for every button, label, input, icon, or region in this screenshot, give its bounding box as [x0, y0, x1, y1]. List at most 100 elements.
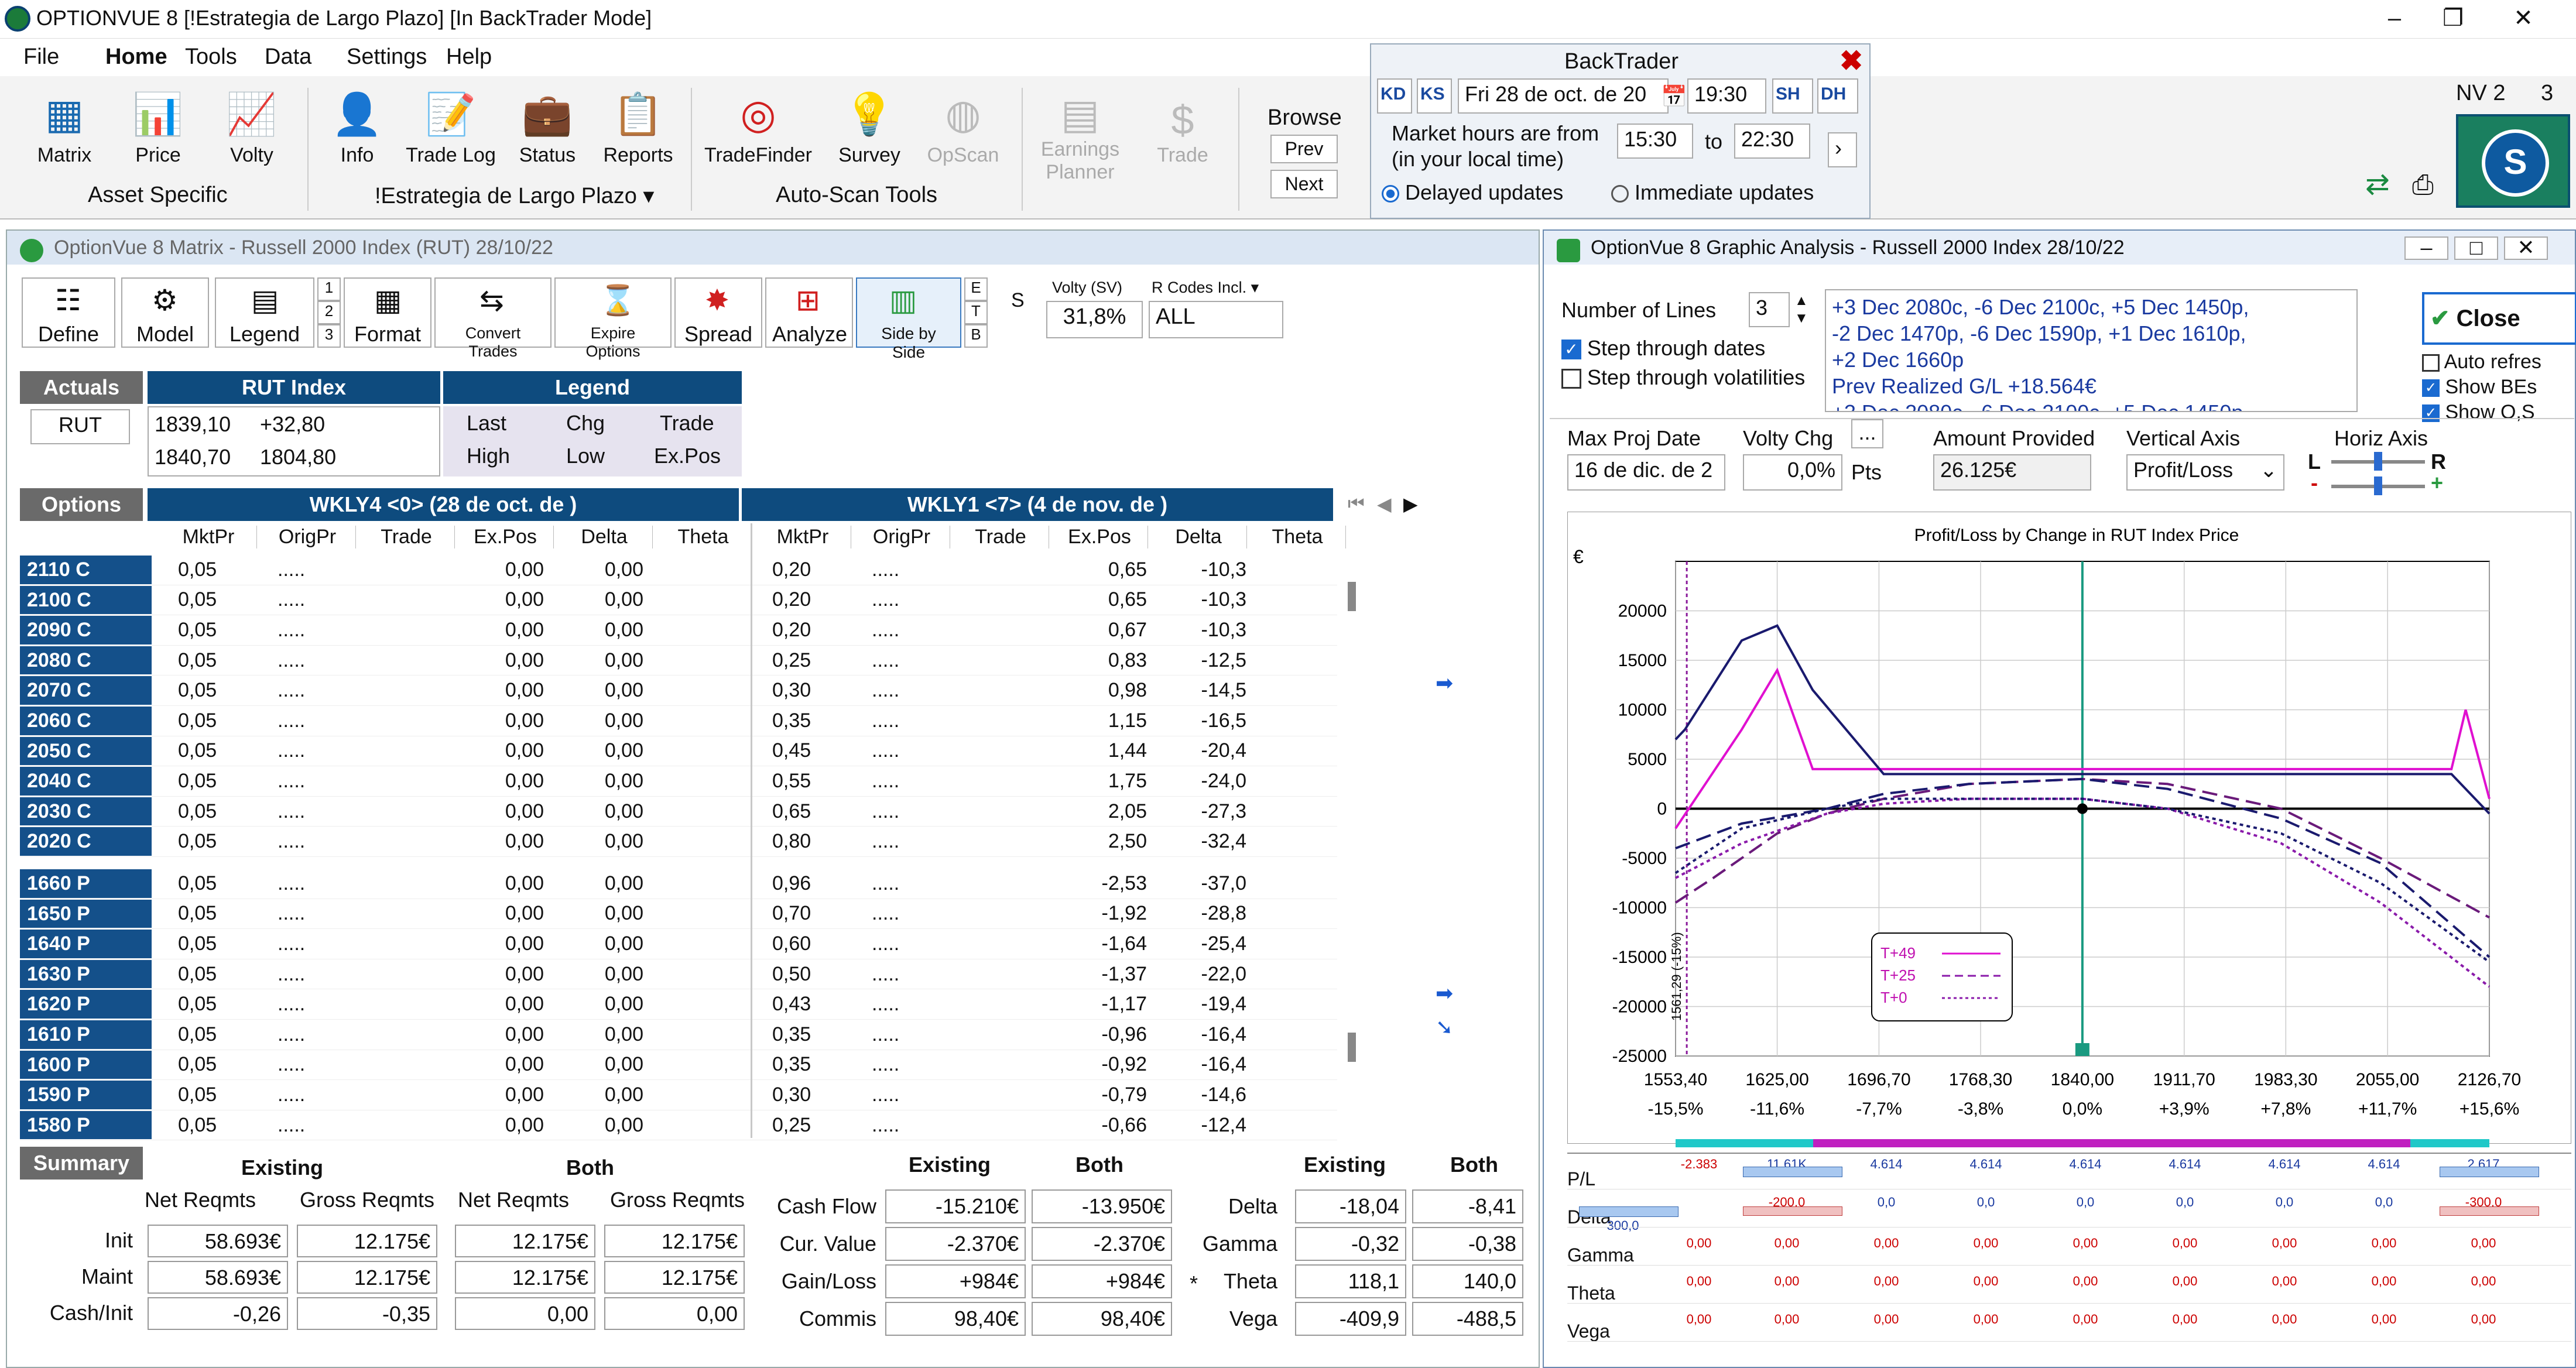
haxis-minus[interactable]: - — [2311, 471, 2318, 495]
minimize-button[interactable]: – — [2371, 4, 2418, 33]
table-row[interactable]: 1610 P 0,05..... 0,00 0,00 0,35..... -0,96 -16… — [20, 1020, 1337, 1050]
market-to-field[interactable]: 22:30 — [1734, 124, 1810, 159]
put-strike-label[interactable]: 1660 P — [20, 869, 152, 898]
scrollbar-thumb-puts[interactable] — [1348, 1033, 1356, 1062]
chevron-right-icon[interactable]: › — [1828, 132, 1857, 167]
table-row[interactable]: 1630 P 0,05..... 0,00 0,00 0,50..... -1,37 -22… — [20, 959, 1337, 990]
spread-button[interactable]: ✸ Spread — [674, 277, 762, 348]
back-step-button[interactable]: KS — [1417, 78, 1452, 114]
b-button[interactable]: B — [964, 324, 988, 348]
table-row[interactable]: 1640 P 0,05..... 0,00 0,00 0,60..... -1,64 -25… — [20, 929, 1337, 959]
put-strike-label[interactable]: 1600 P — [20, 1050, 152, 1079]
trade-button[interactable]: $ Trade — [1147, 100, 1218, 167]
first-page-icon[interactable]: ⏮ — [1348, 493, 1365, 515]
vaxis-select[interactable]: Profit/Loss ⌄ — [2126, 454, 2284, 491]
call-strike-label[interactable]: 2030 C — [20, 797, 152, 826]
column-header[interactable]: Ex.Pos — [457, 526, 554, 548]
arrow-down-right-icon[interactable]: ➘ — [1436, 1015, 1453, 1040]
table-row[interactable]: 2040 C 0,05..... 0,00 0,00 0,55..... 1,75 -24,… — [20, 766, 1337, 797]
prev-button[interactable]: Prev — [1270, 135, 1338, 163]
convert-trades-button[interactable]: ⇆ Convert Trades — [434, 277, 551, 360]
haxis-plus[interactable]: + — [2431, 471, 2443, 495]
column-header[interactable]: Delta — [556, 526, 653, 548]
column-header[interactable]: Theta — [655, 526, 752, 548]
column-header[interactable]: Ex.Pos — [1051, 526, 1148, 548]
table-row[interactable]: 2090 C 0,05..... 0,00 0,00 0,20..... 0,67 -10,… — [20, 615, 1337, 646]
column-header[interactable]: Delta — [1150, 526, 1247, 548]
side-by-side-button[interactable]: ▥ Side by Side — [856, 277, 961, 361]
column-header[interactable]: Theta — [1249, 526, 1346, 548]
volty-button[interactable]: 📈 Volty — [217, 88, 287, 167]
back-day-button[interactable]: KD — [1377, 78, 1412, 114]
analyze-button[interactable]: ⊞ Analyze — [765, 277, 853, 348]
prev-page-icon[interactable]: ◀ — [1377, 493, 1392, 515]
calendar-picker-icon[interactable]: 📅 — [1661, 84, 1687, 109]
next-button[interactable]: Next — [1270, 170, 1338, 198]
table-row[interactable]: 2100 C 0,05..... 0,00 0,00 0,20..... 0,65 -10,… — [20, 585, 1337, 616]
max-proj-field[interactable]: 16 de dic. de 2 — [1567, 454, 1725, 491]
call-strike-label[interactable]: 2040 C — [20, 767, 152, 796]
volty-more-button[interactable]: ... — [1851, 419, 1883, 448]
auto-refresh-checkbox[interactable]: Auto refres — [2422, 351, 2541, 373]
table-row[interactable]: 2030 C 0,05..... 0,00 0,00 0,65..... 2,05 -27,… — [20, 797, 1337, 827]
put-strike-label[interactable]: 1620 P — [20, 990, 152, 1019]
table-row[interactable]: 2050 C 0,05..... 0,00 0,00 0,45..... 1,44 -20,… — [20, 736, 1337, 767]
table-row[interactable]: 2070 C 0,05..... 0,00 0,00 0,30..... 0,98 -14,… — [20, 676, 1337, 706]
t-button[interactable]: T — [964, 301, 988, 324]
close-icon[interactable]: ✖ — [1839, 44, 1863, 77]
graphic-minimize-button[interactable]: – — [2404, 236, 2448, 260]
volty-field[interactable]: 31,8% — [1046, 301, 1143, 338]
put-strike-label[interactable]: 1630 P — [20, 959, 152, 989]
haxis-slider-thumb[interactable] — [2374, 452, 2382, 471]
strategy-group-label[interactable]: !Estrategia de Largo Plazo ▾ — [375, 183, 654, 209]
num-lines-field[interactable]: 3 — [1749, 292, 1790, 327]
tradefinder-button[interactable]: ◎ TradeFinder — [703, 88, 814, 167]
call-strike-label[interactable]: 2050 C — [20, 736, 152, 766]
status-button[interactable]: 💼 Status — [515, 88, 580, 167]
call-strike-label[interactable]: 2090 C — [20, 616, 152, 644]
print-icon[interactable]: ⎙ — [2412, 169, 2434, 201]
expire-options-button[interactable]: ⌛ Expire Options — [554, 277, 672, 360]
table-row[interactable]: 2110 C 0,05..... 0,00 0,00 0,20..... 0,65 -10,… — [20, 555, 1337, 585]
call-strike-label[interactable]: 2080 C — [20, 646, 152, 675]
page-1-button[interactable]: 1 — [317, 277, 341, 301]
rcodes-field[interactable]: ALL — [1149, 301, 1283, 338]
table-row[interactable]: 1600 P 0,05..... 0,00 0,00 0,35..... -0,92 -16… — [20, 1050, 1337, 1081]
arrow-right-icon-2[interactable]: ➡ — [1436, 981, 1453, 1006]
call-strike-label[interactable]: 2110 C — [20, 556, 152, 584]
s-button[interactable]: S — [1011, 289, 1025, 312]
reports-button[interactable]: 📋 Reports — [597, 88, 679, 167]
rcodes-label[interactable]: R Codes Incl. ▾ — [1152, 279, 1259, 297]
call-strike-label[interactable]: 2020 C — [20, 827, 152, 856]
rut-symbol-field[interactable]: RUT — [30, 409, 130, 444]
show-bes-checkbox[interactable]: ✓ Show BEs — [2422, 376, 2537, 399]
legend-button[interactable]: ▤ Legend — [215, 277, 314, 348]
table-row[interactable]: 1650 P 0,05..... 0,00 0,00 0,70..... -1,92 -28… — [20, 899, 1337, 930]
table-row[interactable]: 1580 P 0,05..... 0,00 0,00 0,25..... -0,66 -12… — [20, 1110, 1337, 1141]
column-header[interactable]: OrigPr — [259, 526, 356, 548]
table-row[interactable]: 2080 C 0,05..... 0,00 0,00 0,25..... 0,83 -12,… — [20, 646, 1337, 676]
market-from-field[interactable]: 15:30 — [1617, 124, 1693, 159]
arrow-right-icon[interactable]: ➡ — [1436, 671, 1453, 695]
num-lines-spinner[interactable]: ▲ ▼ — [1794, 292, 1808, 327]
menu-settings[interactable]: Settings — [347, 44, 427, 70]
forward-step-button[interactable]: SH — [1772, 78, 1813, 114]
define-button[interactable]: ☷ Define — [22, 277, 115, 348]
table-row[interactable]: 1620 P 0,05..... 0,00 0,00 0,43..... -1,17 -19… — [20, 989, 1337, 1020]
menu-data[interactable]: Data — [265, 44, 311, 70]
column-header[interactable]: MktPr — [160, 526, 257, 548]
column-header[interactable]: MktPr — [755, 526, 851, 548]
menu-file[interactable]: File — [23, 44, 59, 70]
table-row[interactable]: 2020 C 0,05..... 0,00 0,00 0,80..... 2,50 -32,… — [20, 827, 1337, 857]
info-button[interactable]: 👤 Info — [328, 88, 386, 167]
trade-log-button[interactable]: 📝 Trade Log — [404, 88, 498, 167]
table-row[interactable]: 1590 P 0,05..... 0,00 0,00 0,30..... -0,79 -14… — [20, 1080, 1337, 1110]
positions-list[interactable]: +3 Dec 2080c, -6 Dec 2100c, +5 Dec 1450p… — [1825, 289, 2358, 412]
refresh-icon[interactable]: ⇄ — [2365, 167, 2390, 201]
put-strike-label[interactable]: 1640 P — [20, 930, 152, 958]
forward-day-button[interactable]: DH — [1817, 78, 1858, 114]
maximize-button[interactable]: ❐ — [2430, 4, 2476, 33]
earnings-planner-button[interactable]: ▤ Earnings Planner — [1030, 94, 1130, 184]
immediate-updates-radio[interactable]: Immediate updates — [1611, 180, 1814, 205]
call-strike-label[interactable]: 2070 C — [20, 676, 152, 705]
